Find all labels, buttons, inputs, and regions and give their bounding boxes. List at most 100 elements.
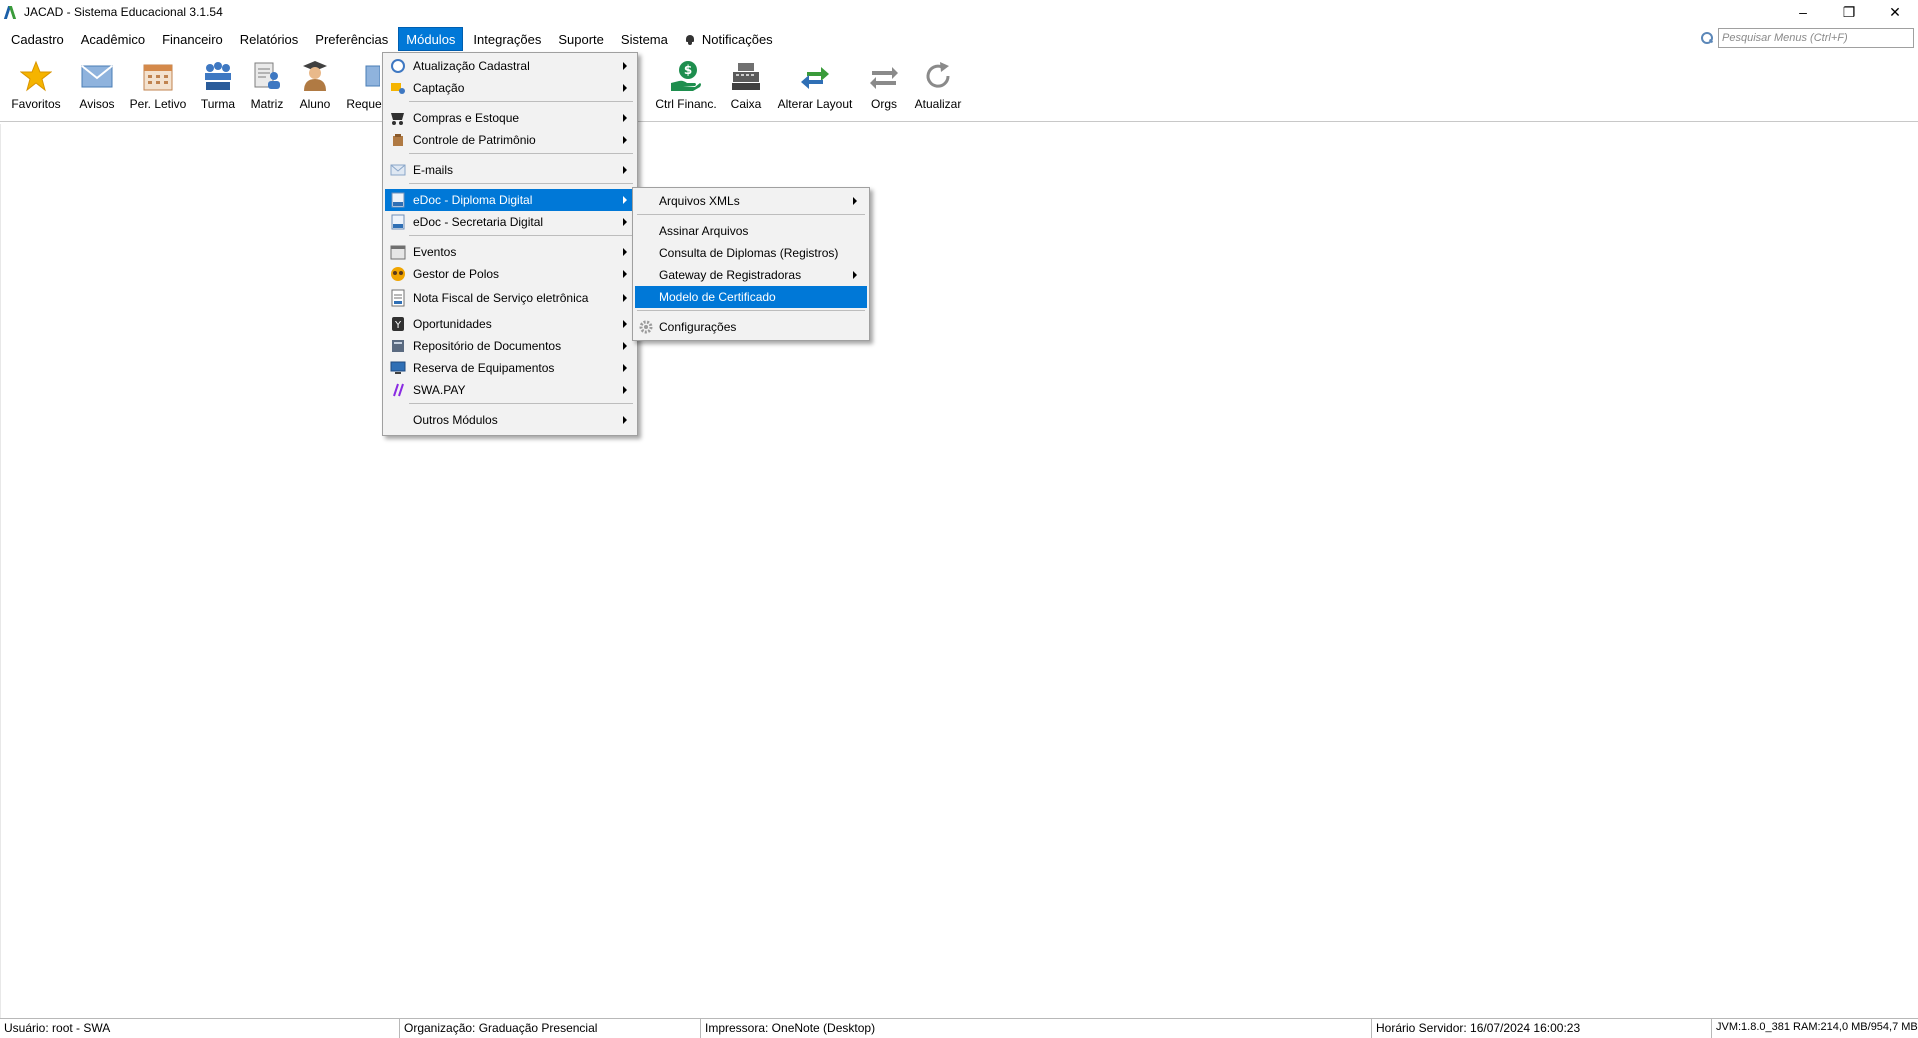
search-icon — [1700, 31, 1714, 45]
submenu-arrow-icon — [623, 136, 627, 144]
submenu-arrow-icon — [623, 342, 627, 350]
close-button[interactable]: ✕ — [1872, 0, 1918, 24]
menu-item-edoc-secretaria-digital[interactable]: eDoc - Secretaria Digital — [385, 211, 635, 233]
menu-item-edoc-diploma-digital[interactable]: eDoc - Diploma Digital — [385, 189, 635, 211]
menu-separator — [409, 153, 633, 154]
menu-cadastro[interactable]: Cadastro — [4, 27, 71, 51]
menu-preferencias[interactable]: Preferências — [308, 27, 395, 51]
menu-item-oportunidades[interactable]: Y Oportunidades — [385, 313, 635, 335]
submenu-item-label: Modelo de Certificado — [659, 290, 776, 304]
menu-item-nota-fiscal[interactable]: Nota Fiscal de Serviço eletrônica — [385, 285, 635, 311]
submenu-arrow-icon — [623, 84, 627, 92]
submenu-arrow-icon — [623, 196, 627, 204]
minimize-button[interactable]: – — [1780, 0, 1826, 24]
toolbar-aluno-button[interactable]: Aluno — [294, 56, 336, 120]
envelope-icon — [79, 56, 115, 96]
compras-icon — [389, 109, 407, 127]
menu-item-label: eDoc - Secretaria Digital — [413, 215, 544, 229]
captacao-icon — [389, 79, 407, 97]
submenu-item-assinar-arquivos[interactable]: Assinar Arquivos — [635, 220, 867, 242]
toolbar-label: Favoritos — [11, 97, 61, 111]
group-icon — [200, 56, 236, 96]
money-hand-icon: $ — [668, 56, 704, 96]
toolbar-alterar-layout-button[interactable]: Alterar Layout — [776, 56, 854, 120]
reserva-icon — [389, 359, 407, 377]
menu-item-label: Nota Fiscal de Serviço eletrônica — [413, 291, 589, 305]
status-printer: Impressora: OneNote (Desktop) — [701, 1019, 1372, 1038]
menu-item-emails[interactable]: E-mails — [385, 159, 635, 181]
status-jvm: JVM:1.8.0_381 RAM:214,0 MB/954,7 MB — [1716, 1021, 1918, 1033]
toolbar-label: Atualizar — [914, 97, 962, 111]
menu-separator — [409, 235, 633, 236]
menu-item-swapay[interactable]: SWA.PAY — [385, 379, 635, 401]
edoc-secretaria-icon — [389, 213, 407, 231]
menu-item-label: Controle de Patrimônio — [413, 133, 536, 147]
toolbar-orgs-button[interactable]: Orgs — [864, 56, 904, 120]
menu-item-label: Repositório de Documentos — [413, 339, 562, 353]
status-bar: Usuário: root - SWA Organização: Graduaç… — [0, 1018, 1918, 1038]
submenu-item-configuracoes[interactable]: Configurações — [635, 316, 867, 338]
menu-item-captacao[interactable]: Captação — [385, 77, 635, 99]
menu-item-controle-patrimonio[interactable]: Controle de Patrimônio — [385, 129, 635, 151]
request-icon — [346, 56, 382, 96]
status-server-time: Horário Servidor: 16/07/2024 16:00:23 — [1372, 1019, 1712, 1038]
menu-separator — [637, 214, 865, 215]
star-icon — [18, 56, 54, 96]
toolbar-ctrl-financ-button[interactable]: $ Ctrl Financ. — [654, 56, 718, 120]
menu-modulos[interactable]: Módulos — [398, 27, 464, 51]
toolbar-label: Turma — [200, 97, 236, 111]
menu-notificacoes[interactable]: Notificações — [678, 27, 780, 51]
menu-item-label: eDoc - Diploma Digital — [413, 193, 533, 207]
toolbar-label: Per. Letivo — [129, 97, 187, 111]
toolbar-per-letivo-button[interactable]: Per. Letivo — [128, 56, 188, 120]
menu-item-label: SWA.PAY — [413, 383, 466, 397]
search-input[interactable] — [1718, 28, 1914, 48]
menu-item-label: Oportunidades — [413, 317, 492, 331]
submenu-arrow-icon — [623, 218, 627, 226]
toolbar: Favoritos Avisos Per. Letivo Turma Matri… — [0, 56, 1918, 122]
toolbar-label: Caixa — [730, 97, 762, 111]
toolbar-requerimentos-button[interactable]: Reque — [344, 56, 384, 120]
toolbar-label: Aluno — [299, 97, 331, 111]
toolbar-caixa-button[interactable]: Caixa — [726, 56, 766, 120]
menu-financeiro[interactable]: Financeiro — [155, 27, 230, 51]
menu-integracoes[interactable]: Integrações — [466, 27, 548, 51]
toolbar-label: Matriz — [250, 97, 284, 111]
nota-fiscal-icon — [389, 289, 407, 307]
submenu-item-label: Consulta de Diplomas (Registros) — [659, 246, 839, 260]
toolbar-matriz-button[interactable]: Matriz — [246, 56, 288, 120]
restore-button[interactable]: ❐ — [1826, 0, 1872, 24]
submenu-item-consulta-diplomas[interactable]: Consulta de Diplomas (Registros) — [635, 242, 867, 264]
submenu-arrow-icon — [853, 197, 857, 205]
menu-suporte[interactable]: Suporte — [551, 27, 611, 51]
menu-item-repositorio-documentos[interactable]: Repositório de Documentos — [385, 335, 635, 357]
menu-academico[interactable]: Acadêmico — [74, 27, 152, 51]
toolbar-label: Alterar Layout — [777, 97, 853, 111]
menu-item-reserva-equipamentos[interactable]: Reserva de Equipamentos — [385, 357, 635, 379]
toolbar-turma-button[interactable]: Turma — [196, 56, 240, 120]
submenu-arrow-icon — [623, 364, 627, 372]
window-controls: – ❐ ✕ — [1780, 0, 1918, 24]
menu-sistema[interactable]: Sistema — [614, 27, 675, 51]
toolbar-favoritos-button[interactable]: Favoritos — [10, 56, 62, 120]
menu-item-gestor-polos[interactable]: Gestor de Polos — [385, 263, 635, 285]
menu-item-eventos[interactable]: Eventos — [385, 241, 635, 263]
menu-item-label: Gestor de Polos — [413, 267, 500, 281]
toolbar-avisos-button[interactable]: Avisos — [72, 56, 122, 120]
submenu-item-arquivos-xmls[interactable]: Arquivos XMLs — [635, 190, 867, 212]
menu-separator — [409, 403, 633, 404]
notificacoes-label: Notificações — [701, 31, 773, 47]
menu-item-outros-modulos[interactable]: Outros Módulos — [385, 409, 635, 431]
submenu-arrow-icon — [623, 166, 627, 174]
student-icon — [297, 56, 333, 96]
menu-item-atualizacao-cadastral[interactable]: Atualização Cadastral — [385, 55, 635, 77]
bell-icon — [685, 34, 696, 45]
toolbar-atualizar-button[interactable]: Atualizar — [912, 56, 964, 120]
window-title: JACAD - Sistema Educacional 3.1.54 — [24, 5, 223, 19]
submenu-arrow-icon — [853, 271, 857, 279]
toolbar-label: Avisos — [79, 97, 115, 111]
menu-item-compras-estoque[interactable]: Compras e Estoque — [385, 107, 635, 129]
submenu-item-gateway-registradoras[interactable]: Gateway de Registradoras — [635, 264, 867, 286]
menu-relatorios[interactable]: Relatórios — [233, 27, 306, 51]
submenu-item-modelo-certificado[interactable]: Modelo de Certificado — [635, 286, 867, 308]
